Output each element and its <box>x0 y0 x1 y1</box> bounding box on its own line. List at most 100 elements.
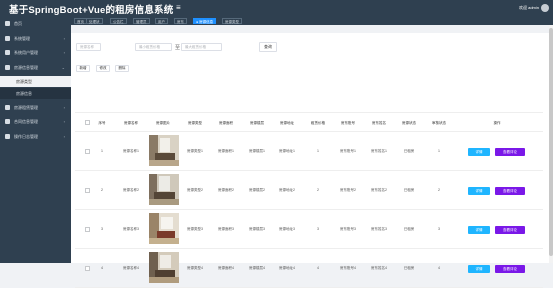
view-comments-button[interactable]: 查看评论 <box>495 148 525 156</box>
sidebar: 首页 系统管理 › 系统用户管理 › 房源信息管理 ⌄ 房源类型 房源信息 房源… <box>0 17 71 263</box>
tab-house-type[interactable]: 房源类型 <box>222 18 242 24</box>
tab-house-info[interactable]: ● 房源信息 <box>193 18 217 24</box>
detail-button[interactable]: 详情 <box>468 148 490 156</box>
chevron-right-icon: › <box>63 36 65 41</box>
cell-name: 房源名称4 <box>123 266 139 270</box>
user-greeting[interactable]: 欢迎 admin <box>519 5 539 11</box>
col-header-address: 房源地址 <box>280 121 294 125</box>
detail-button[interactable]: 详情 <box>468 187 490 195</box>
sidebar-subitem-house-type[interactable]: 房源类型 <box>0 76 71 87</box>
cell-price: 4 <box>317 266 319 270</box>
col-header-landlord-account: 房东账号 <box>341 121 355 125</box>
cell-type: 房源类型1 <box>187 149 203 153</box>
detail-button[interactable]: 详情 <box>468 265 490 273</box>
cell-area: 房源面积4 <box>218 266 234 270</box>
cell-review: 4 <box>438 266 440 270</box>
cell-landlord-account: 房东账号2 <box>340 188 356 192</box>
col-header-area: 房源面积 <box>219 121 233 125</box>
cell-price: 2 <box>317 188 319 192</box>
sidebar-subitem-house-info[interactable]: 房源信息 <box>0 88 71 99</box>
col-header-review: 审核状态 <box>432 121 446 125</box>
house-icon <box>5 65 10 70</box>
tab-admin[interactable]: 管理员 <box>133 18 150 24</box>
sidebar-item-contract[interactable]: 合同信息管理 › <box>0 115 71 129</box>
table-row: 1 房源名称1 房源类型1 房源面积1 房源楼层1 房源地址1 1 房东账号1 … <box>75 132 543 171</box>
cell-address: 房源地址1 <box>279 149 295 153</box>
chevron-right-icon: › <box>63 119 65 124</box>
sidebar-item-logs[interactable]: 操作日志管理 › <box>0 130 71 144</box>
col-header-image: 房源图片 <box>156 121 170 125</box>
cell-area: 房源面积1 <box>218 149 234 153</box>
view-comments-button[interactable]: 查看评论 <box>495 187 525 195</box>
cell-landlord-account: 房东账号1 <box>340 149 356 153</box>
house-image <box>149 252 179 283</box>
cell-area: 房源面积3 <box>218 227 234 231</box>
cell-landlord-account: 房东账号4 <box>340 266 356 270</box>
chevron-right-icon: › <box>63 50 65 55</box>
menu-toggle-icon[interactable]: ≡ <box>176 3 181 12</box>
view-comments-button[interactable]: 查看评论 <box>495 265 525 273</box>
view-comments-button[interactable]: 查看评论 <box>495 226 525 234</box>
cell-status: 已租房 <box>403 266 415 270</box>
house-image-graphic <box>149 252 179 283</box>
query-button[interactable]: 查询 <box>259 42 277 52</box>
cell-review: 1 <box>438 149 440 153</box>
cell-no: 4 <box>101 266 103 270</box>
log-icon <box>5 134 10 139</box>
table-row: 3 房源名称3 房源类型3 房源面积3 房源楼层3 房源地址3 3 房东账号3 … <box>75 210 543 249</box>
tab-landlord[interactable]: 房东 <box>174 18 187 24</box>
cell-review: 2 <box>438 188 440 192</box>
col-header-price: 租赁价格 <box>311 121 325 125</box>
cell-landlord-name: 房东姓名3 <box>371 227 387 231</box>
detail-button[interactable]: 详情 <box>468 226 490 234</box>
house-image-graphic <box>149 174 179 205</box>
max-rent-input[interactable]: 最大租赁价格 <box>181 43 222 51</box>
sidebar-item-label: 房源信息管理 <box>14 65 38 70</box>
sidebar-subitem-label: 房源信息 <box>16 91 32 96</box>
sidebar-subitem-label: 房源类型 <box>16 79 32 84</box>
select-all-checkbox[interactable] <box>85 120 90 125</box>
app-title: 基于SpringBoot+Vue的租房信息系统 <box>9 5 174 16</box>
house-image <box>149 174 179 205</box>
sidebar-item-home[interactable]: 首页 <box>0 17 71 31</box>
avatar[interactable] <box>541 4 549 12</box>
cell-no: 2 <box>101 188 103 192</box>
add-button[interactable]: 新增 <box>76 65 90 72</box>
scrollbar-thumb[interactable] <box>549 28 553 256</box>
cell-type: 房源类型3 <box>187 227 203 231</box>
sidebar-item-system-users[interactable]: 系统用户管理 › <box>0 46 71 60</box>
cell-status: 已租房 <box>403 227 415 231</box>
edit-button[interactable]: 修改 <box>96 65 110 72</box>
users-icon <box>5 50 10 55</box>
col-header-type: 房源类型 <box>188 121 202 125</box>
sidebar-item-label: 合同信息管理 <box>14 119 38 124</box>
house-image <box>149 213 179 244</box>
delete-button[interactable]: 删除 <box>115 65 129 72</box>
tab-notice[interactable]: 公告栏 <box>110 18 127 24</box>
sidebar-item-house-info[interactable]: 房源信息管理 ⌄ <box>0 61 71 75</box>
cell-no: 1 <box>101 149 103 153</box>
house-name-search-input[interactable]: 房源名称 <box>76 43 101 51</box>
cell-name: 房源名称3 <box>123 227 139 231</box>
cell-floor: 房源楼层4 <box>249 266 265 270</box>
cell-floor: 房源楼层3 <box>249 227 265 231</box>
col-header-floor: 房源楼层 <box>250 121 264 125</box>
row-checkbox[interactable] <box>85 188 90 193</box>
sidebar-item-label: 系统管理 <box>14 36 30 41</box>
min-rent-input[interactable]: 最小租赁价格 <box>135 43 172 51</box>
cell-address: 房源地址2 <box>279 188 295 192</box>
sidebar-item-system[interactable]: 系统管理 › <box>0 32 71 46</box>
home-icon <box>5 21 10 26</box>
cell-name: 房源名称1 <box>123 149 139 153</box>
row-checkbox[interactable] <box>85 227 90 232</box>
tab-processing[interactable]: 处理状 <box>86 18 103 24</box>
cell-price: 3 <box>317 227 319 231</box>
cell-address: 房源地址4 <box>279 266 295 270</box>
row-checkbox[interactable] <box>85 149 90 154</box>
chevron-right-icon: › <box>63 134 65 139</box>
cell-review: 3 <box>438 227 440 231</box>
row-checkbox[interactable] <box>85 266 90 271</box>
chevron-down-icon: ⌄ <box>61 65 65 70</box>
tab-user[interactable]: 用户 <box>155 18 168 24</box>
sidebar-item-rental[interactable]: 房源租赁管理 › <box>0 101 71 115</box>
